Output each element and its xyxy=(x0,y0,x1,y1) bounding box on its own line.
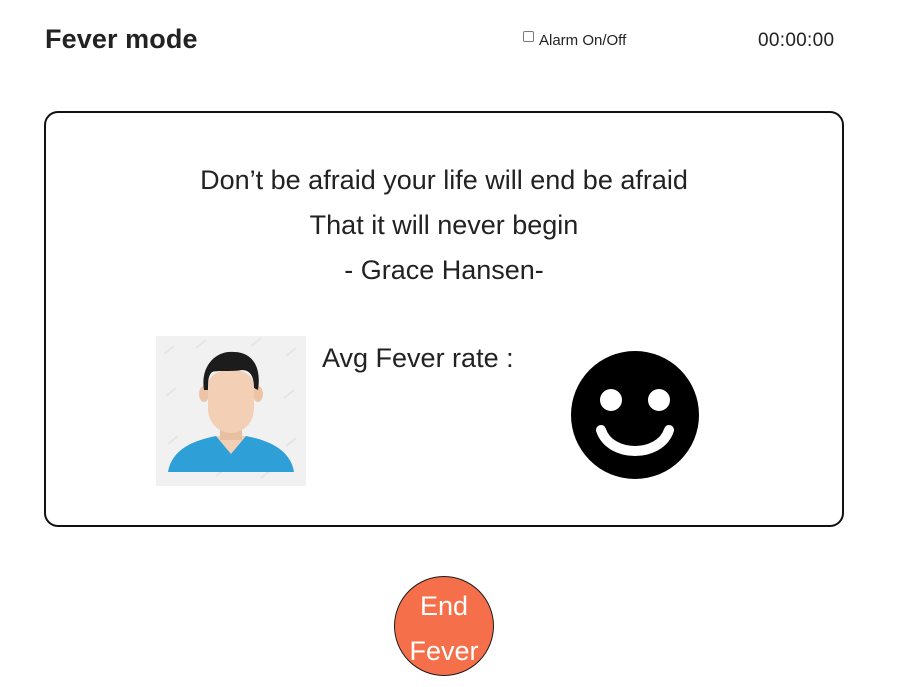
user-avatar-icon xyxy=(156,336,306,486)
avg-fever-rate-label: Avg Fever rate : xyxy=(322,343,514,373)
quote-line-1: Don’t be afraid your life will end be af… xyxy=(200,165,688,195)
quote-block: Don’t be afraid your life will end be af… xyxy=(46,158,842,293)
quote-author: - Grace Hansen- xyxy=(344,255,544,285)
end-fever-label-line2: Fever xyxy=(409,636,479,666)
alarm-checkbox[interactable] xyxy=(523,31,534,42)
alarm-toggle[interactable]: Alarm On/Off xyxy=(523,30,626,51)
quote-line-2: That it will never begin xyxy=(309,210,579,240)
smiley-face-icon xyxy=(571,351,699,479)
fever-card: Don’t be afraid your life will end be af… xyxy=(44,111,844,527)
alarm-label[interactable]: Alarm On/Off xyxy=(539,31,626,51)
end-fever-label-line1: End xyxy=(419,591,469,621)
timer-display: 00:00:00 xyxy=(758,30,835,51)
page-title: Fever mode xyxy=(45,24,198,54)
fever-mode-page: Fever mode Alarm On/Off 00:00:00 Don’t b… xyxy=(0,0,898,687)
end-fever-button[interactable]: End Fever xyxy=(394,576,494,676)
